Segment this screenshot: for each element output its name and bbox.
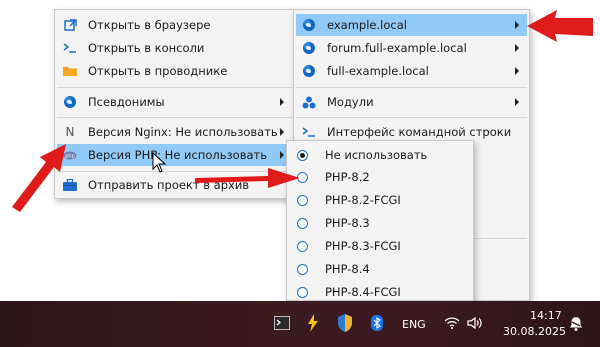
taskbar: ENG 14:17 30.08.2025 (0, 301, 600, 347)
clock-date[interactable]: 30.08.2025 (503, 325, 566, 338)
bluetooth-icon[interactable] (371, 315, 383, 331)
language-indicator[interactable]: ENG (402, 318, 426, 331)
annotation-arrow-icon (12, 10, 593, 212)
clock-time[interactable]: 14:17 (530, 309, 562, 322)
notification-icon[interactable] (568, 316, 584, 332)
shield-app-icon[interactable] (337, 314, 353, 332)
lightning-app-icon[interactable] (306, 314, 320, 332)
terminal-app-icon[interactable] (274, 316, 290, 330)
volume-icon[interactable] (467, 316, 483, 330)
wifi-icon[interactable] (444, 316, 460, 329)
